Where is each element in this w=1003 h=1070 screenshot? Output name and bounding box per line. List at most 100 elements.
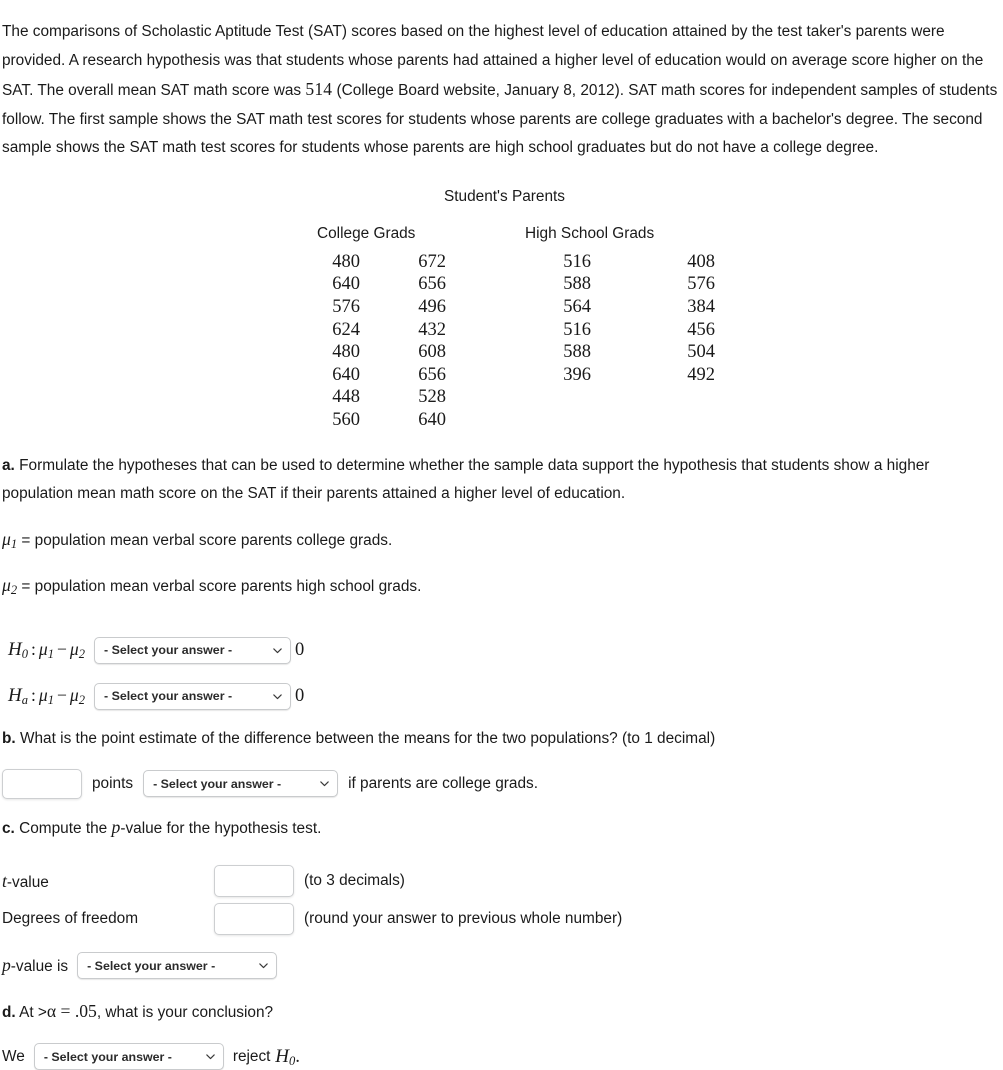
- cell-college-2: 432: [418, 319, 446, 340]
- p-symbol: p: [111, 816, 121, 837]
- conclusion-row: We - Select your answer - reject H0.: [0, 1043, 1003, 1070]
- mu1-symbol: μ1: [2, 528, 18, 551]
- mu1-definition: μ1 = population mean verbal score parent…: [0, 525, 1003, 555]
- cell-highschool-1: 516: [563, 319, 591, 340]
- null-hypothesis-row: H0: μ1− μ2 - Select your answer - 0: [0, 636, 1003, 664]
- question-d-marker: d.: [2, 1004, 16, 1022]
- p-value-label-text: -value is: [10, 958, 69, 976]
- question-c-marker: c.: [2, 819, 15, 837]
- alternative-hypothesis-value: 0: [295, 685, 305, 706]
- chevron-down-icon: [319, 778, 330, 789]
- p-symbol: p: [2, 955, 11, 976]
- chevron-down-icon: [205, 1051, 216, 1062]
- point-estimate-direction-select[interactable]: - Select your answer -: [143, 770, 339, 798]
- cell-highschool-2: 576: [687, 274, 715, 295]
- p-value-select-label: - Select your answer -: [87, 958, 216, 973]
- table-row: 640 656 396 492: [0, 364, 1003, 387]
- cell-highschool-2: 408: [687, 251, 715, 272]
- cell-highschool-1: 588: [563, 274, 591, 295]
- degrees-of-freedom-row: Degrees of freedom (round your answer to…: [2, 903, 1003, 936]
- cell-highschool-1: 396: [563, 364, 591, 385]
- table-row: 640 656 588 576: [0, 273, 1003, 296]
- table-row: 480 608 588 504: [0, 341, 1003, 364]
- point-estimate-row: points - Select your answer - if parents…: [0, 768, 1003, 799]
- cell-highschool-2: 456: [687, 319, 715, 340]
- question-d-text-before: At >: [15, 1004, 47, 1022]
- degrees-of-freedom-label: Degrees of freedom: [2, 910, 139, 928]
- t-value-note: (to 3 decimals): [304, 872, 405, 890]
- cell-highschool-2: [675, 409, 715, 432]
- cell-highschool-2: 492: [687, 364, 715, 385]
- reject-label: reject: [232, 1047, 271, 1065]
- question-b-text: What is the point estimate of the differ…: [15, 730, 716, 748]
- null-hypothesis-symbol: H0.: [270, 1045, 300, 1068]
- column-header-high-school-grads: High School Grads: [525, 224, 655, 242]
- cell-college-1: 640: [332, 364, 360, 385]
- cell-college-2: 672: [418, 251, 446, 272]
- chevron-down-icon: [258, 960, 269, 971]
- p-value-label: p-value is: [2, 955, 68, 976]
- question-a-text: Formulate the hypotheses that can be use…: [2, 456, 930, 503]
- point-estimate-input[interactable]: [2, 768, 82, 799]
- test-statistic-fields: t-value (to 3 decimals) Degrees of freed…: [0, 865, 1003, 936]
- cell-college-2: 656: [418, 274, 446, 295]
- cell-college-2: 608: [418, 342, 446, 363]
- t-value-label: t-value: [2, 871, 214, 892]
- table-row: 624 432 516 456: [0, 319, 1003, 342]
- null-hypothesis-expression: H0: μ1− μ2: [8, 639, 85, 662]
- conclusion-select[interactable]: - Select your answer -: [33, 1043, 224, 1070]
- mu2-symbol: μ2: [2, 574, 18, 597]
- alternative-hypothesis-select-label: - Select your answer -: [104, 689, 233, 704]
- cell-college-2: 528: [418, 387, 446, 408]
- question-d-text-after: , what is your conclusion?: [96, 1004, 274, 1022]
- cell-highschool-1: 588: [563, 342, 591, 363]
- degrees-of-freedom-input[interactable]: [214, 903, 294, 936]
- we-label: We: [2, 1047, 25, 1065]
- degrees-of-freedom-note: (round your answer to previous whole num…: [304, 910, 623, 928]
- cell-highschool-2: 504: [687, 342, 715, 363]
- t-value-label-text: -value: [6, 873, 49, 891]
- question-c-text-after: -value for the hypothesis test.: [120, 819, 322, 837]
- column-header-college-grads: College Grads: [317, 224, 416, 242]
- cell-college-1: 448: [332, 387, 360, 408]
- cell-highschool-1: 516: [563, 251, 591, 272]
- cell-college-1: 480: [332, 342, 360, 363]
- cell-college-1: 624: [332, 319, 360, 340]
- alternative-hypothesis-row: Ha: μ1− μ2 - Select your answer - 0: [0, 682, 1003, 710]
- null-hypothesis-select-label: - Select your answer -: [104, 643, 233, 658]
- question-b-marker: b.: [2, 730, 16, 748]
- null-hypothesis-select[interactable]: - Select your answer -: [94, 636, 291, 664]
- chevron-down-icon: [272, 691, 283, 702]
- question-b: b. What is the point estimate of the dif…: [0, 725, 1003, 754]
- t-value-input[interactable]: [214, 865, 294, 898]
- table-row: 448 528: [0, 386, 1003, 409]
- mu2-definition-text: = population mean verbal score parents h…: [17, 577, 422, 595]
- cell-highschool-2: [675, 386, 715, 409]
- question-a: a. Formulate the hypotheses that can be …: [0, 452, 1003, 509]
- table-row: 560 640: [0, 409, 1003, 432]
- points-label: points: [92, 774, 134, 792]
- cell-highschool-1: [551, 409, 591, 432]
- question-a-marker: a.: [2, 456, 15, 474]
- t-value-row: t-value (to 3 decimals): [2, 865, 1003, 898]
- question-d: d. At >α = .05, what is your conclusion?: [0, 997, 1003, 1028]
- cell-highschool-2: 384: [687, 297, 715, 318]
- point-estimate-direction-label: - Select your answer -: [153, 776, 282, 791]
- alternative-hypothesis-select[interactable]: - Select your answer -: [94, 682, 291, 710]
- alpha-symbol: α: [46, 1001, 57, 1022]
- cell-college-1: 640: [332, 274, 360, 295]
- question-c-text-before: Compute the: [14, 819, 112, 837]
- mu2-definition: μ2 = population mean verbal score parent…: [0, 571, 1003, 601]
- table-row: 480 672 516 408: [0, 251, 1003, 274]
- intro-paragraph: The comparisons of Scholastic Aptitude T…: [0, 15, 1003, 163]
- cell-college-2: 496: [418, 297, 446, 318]
- p-value-row: p-value is - Select your answer -: [0, 952, 1003, 980]
- table-row: 576 496 564 384: [0, 296, 1003, 319]
- chevron-down-icon: [272, 645, 283, 656]
- cell-highschool-1: [551, 386, 591, 409]
- cell-college-1: 576: [332, 297, 360, 318]
- table-header-row: College Grads High School Grads: [0, 224, 1003, 244]
- p-value-select[interactable]: - Select your answer -: [77, 952, 278, 980]
- table-body: 480 672 516 408 640 656 588 576 576 496 …: [0, 251, 1003, 432]
- cell-college-2: 656: [418, 364, 446, 385]
